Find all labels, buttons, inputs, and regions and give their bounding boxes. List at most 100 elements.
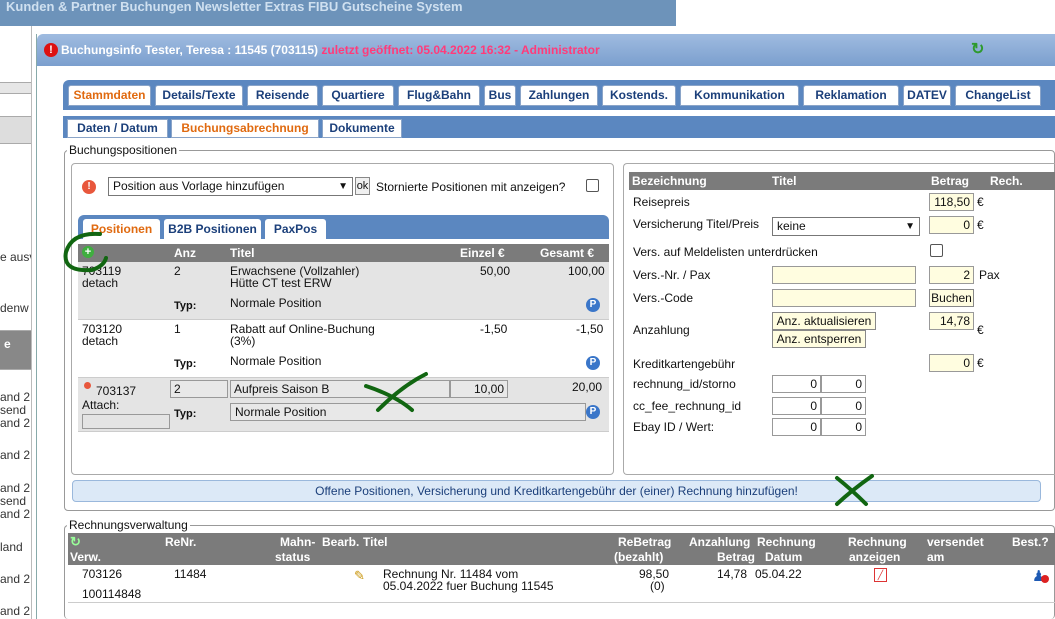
warning-icon: ! bbox=[44, 43, 58, 57]
cc-fee-label: cc_fee_rechnung_id bbox=[633, 399, 742, 413]
rechnung-header: ↻ Verw. ReNr. Mahn- status Bearb. Titel … bbox=[68, 533, 1055, 565]
top-menu-bar[interactable]: Kunden & Partner Buchungen Newsletter Ex… bbox=[0, 0, 676, 26]
position-type: Normale Position bbox=[230, 354, 322, 368]
left-text: and 2 bbox=[0, 448, 31, 462]
rechnung-id-input[interactable]: 0 bbox=[772, 375, 821, 393]
add-position-icon[interactable]: + bbox=[82, 246, 94, 258]
tab-b2b[interactable]: B2B Positionen bbox=[164, 219, 261, 239]
typ-label: Typ: bbox=[174, 358, 197, 370]
pdf-icon[interactable]: ╱ bbox=[874, 568, 887, 582]
pax-input[interactable]: 2 bbox=[929, 266, 974, 284]
col-titel: Titel bbox=[772, 174, 797, 188]
euro-sign: € bbox=[977, 356, 984, 370]
alert-icon: ! bbox=[82, 180, 96, 194]
reisepreis-input[interactable]: 118,50 bbox=[929, 193, 974, 211]
anz-unlock-button[interactable]: Anz. entsperren bbox=[772, 330, 866, 348]
summary-header: Bezeichnung Titel Betrag Rech. bbox=[629, 172, 1055, 190]
versnr-input[interactable] bbox=[772, 266, 916, 284]
rechnung-id-label: rechnung_id/storno bbox=[633, 377, 736, 391]
position-einzel: -1,50 bbox=[480, 322, 508, 336]
tab-positionen[interactable]: Positionen bbox=[83, 219, 160, 239]
col-rebetrag: ReBetrag bbox=[618, 535, 672, 549]
p-icon[interactable]: P bbox=[586, 405, 600, 419]
rechnung-verw[interactable]: 703126 bbox=[82, 567, 122, 581]
tab-stammdaten[interactable]: Stammdaten bbox=[68, 85, 151, 106]
edit-pencil-icon[interactable]: ✎ bbox=[354, 568, 365, 584]
left-head: e bbox=[0, 330, 31, 370]
tab-zahlungen[interactable]: Zahlungen bbox=[520, 85, 598, 106]
show-cancelled-label: Stornierte Positionen mit anzeigen? bbox=[376, 180, 566, 194]
buchen-button[interactable]: Buchen bbox=[929, 289, 974, 307]
show-cancelled-checkbox[interactable] bbox=[586, 179, 599, 192]
chevron-down-icon: ▼ bbox=[338, 181, 348, 192]
left-text: and 2 bbox=[0, 604, 31, 618]
col-ranzeigen: Rechnung bbox=[848, 535, 907, 549]
versicherung-select[interactable]: keine ▼ bbox=[772, 217, 920, 236]
euro-sign: € bbox=[977, 218, 984, 232]
position-title-2: Hütte CT test ERW bbox=[230, 276, 332, 290]
tab-details[interactable]: Details/Texte bbox=[155, 85, 243, 106]
subtab-daten[interactable]: Daten / Datum bbox=[67, 119, 168, 138]
col-rdatum-2: Datum bbox=[765, 550, 803, 564]
anz-input[interactable]: 2 bbox=[170, 380, 228, 398]
refresh-icon[interactable]: ↻ bbox=[70, 534, 81, 550]
rechnung-renr: 11484 bbox=[174, 567, 207, 581]
tab-flug[interactable]: Flug&Bahn bbox=[398, 85, 480, 106]
p-icon[interactable]: P bbox=[586, 298, 600, 312]
add-open-positions-button[interactable]: Offene Positionen, Versicherung und Kred… bbox=[72, 480, 1041, 502]
meldeliste-label: Vers. auf Meldelisten unterdrücken bbox=[633, 245, 818, 259]
einzel-input[interactable]: 10,00 bbox=[450, 380, 508, 398]
detach-link[interactable]: detach bbox=[82, 276, 118, 290]
title-input[interactable]: Aufpreis Saison B bbox=[230, 380, 450, 398]
left-text: and 2 bbox=[0, 481, 31, 495]
storno-input[interactable]: 0 bbox=[821, 375, 866, 393]
ebay-value-input[interactable]: 0 bbox=[821, 418, 866, 436]
tab-reisende[interactable]: Reisende bbox=[247, 85, 318, 106]
ebay-id-input[interactable]: 0 bbox=[772, 418, 821, 436]
attach-input[interactable] bbox=[82, 414, 170, 429]
rechnung-bezahlt: (0) bbox=[650, 579, 665, 593]
refresh-icon[interactable]: ↻ bbox=[971, 42, 984, 58]
p-icon[interactable]: P bbox=[586, 356, 600, 370]
col-titel: Titel bbox=[363, 535, 388, 549]
ebay-label: Ebay ID / Wert: bbox=[633, 420, 715, 434]
tab-changelist[interactable]: ChangeList bbox=[955, 85, 1041, 106]
cc-fee-input-2[interactable]: 0 bbox=[821, 397, 866, 415]
anzahlung-input[interactable]: 14,78 bbox=[929, 312, 974, 330]
ok-button[interactable]: ok bbox=[355, 177, 370, 195]
subtab-buchungsabrechnung[interactable]: Buchungsabrechnung bbox=[171, 119, 319, 138]
tab-kostends[interactable]: Kostends. bbox=[602, 85, 676, 106]
left-bar bbox=[0, 82, 31, 94]
left-text: and 2 bbox=[0, 390, 31, 404]
col-rech: Rech. bbox=[990, 174, 1023, 188]
detach-link[interactable]: detach bbox=[82, 334, 118, 348]
euro-sign: € bbox=[977, 195, 984, 209]
window-title: ! Buchungsinfo Tester, Teresa : 11545 (7… bbox=[37, 34, 1055, 66]
position-einzel: 50,00 bbox=[480, 264, 511, 278]
subtab-dokumente[interactable]: Dokumente bbox=[322, 119, 402, 138]
tab-quartiere[interactable]: Quartiere bbox=[322, 85, 394, 106]
tab-reklamation[interactable]: Reklamation bbox=[803, 85, 899, 106]
tab-bus[interactable]: Bus bbox=[484, 85, 516, 106]
template-select[interactable]: Position aus Vorlage hinzufügen ▼ bbox=[108, 177, 353, 196]
col-anz: Anz bbox=[174, 246, 196, 260]
status-dot-icon bbox=[84, 382, 91, 389]
tab-datev[interactable]: DATEV bbox=[903, 85, 951, 106]
left-text: and 2 bbox=[0, 507, 31, 521]
tab-kommunikation[interactable]: Kommunikation bbox=[680, 85, 799, 106]
title-text: Buchungsinfo Tester, Teresa : 11545 (703… bbox=[61, 43, 319, 57]
pax-unit: Pax bbox=[979, 268, 1000, 282]
col-anzahlung-2: Betrag bbox=[717, 550, 756, 564]
kreditkarte-input[interactable]: 0 bbox=[929, 354, 974, 372]
type-input[interactable]: Normale Position bbox=[230, 403, 586, 421]
meldeliste-checkbox[interactable] bbox=[930, 244, 943, 257]
typ-label: Typ: bbox=[174, 300, 197, 312]
versicherung-value[interactable]: 0 bbox=[929, 216, 974, 234]
verscode-input[interactable] bbox=[772, 289, 916, 307]
anz-update-button[interactable]: Anz. aktualisieren bbox=[772, 312, 876, 330]
main-tabs: Stammdaten Details/Texte Reisende Quarti… bbox=[63, 80, 1055, 110]
col-versendet: versendet bbox=[927, 535, 984, 549]
cc-fee-input[interactable]: 0 bbox=[772, 397, 821, 415]
tab-paxpos[interactable]: PaxPos bbox=[265, 219, 326, 239]
left-text: denw bbox=[0, 301, 29, 315]
